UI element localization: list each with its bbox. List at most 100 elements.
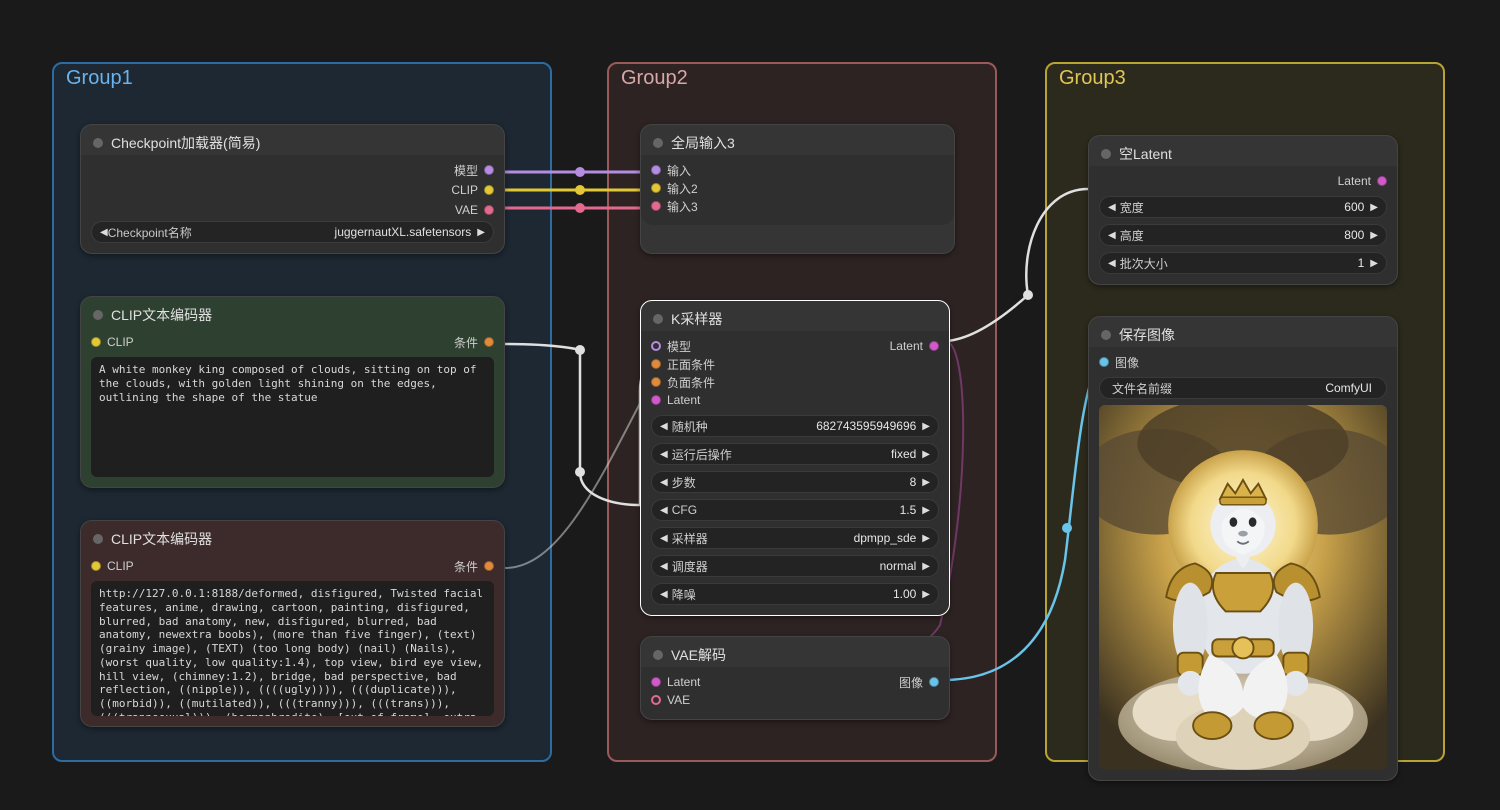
param-row[interactable]: ◀运行后操作fixed▶ [651, 443, 939, 465]
node-save-image[interactable]: 保存图像 图像 文件名前缀 ComfyUI [1088, 316, 1398, 781]
chevron-right-icon[interactable]: ▶ [922, 505, 930, 516]
chevron-left-icon[interactable]: ◀ [660, 589, 668, 600]
param-row[interactable]: ◀降噪1.00▶ [651, 583, 939, 605]
prompt-textarea[interactable]: A white monkey king composed of clouds, … [91, 357, 494, 477]
node-header[interactable]: K采样器 [641, 301, 949, 331]
param-row[interactable]: ◀CFG1.5▶ [651, 499, 939, 521]
chevron-right-icon[interactable]: ▶ [1370, 258, 1378, 269]
port-input-icon[interactable] [651, 165, 661, 175]
node-header[interactable]: 全局输入3 [641, 125, 954, 155]
output-preview-image[interactable] [1099, 405, 1387, 770]
port-clip-icon[interactable] [91, 561, 101, 571]
node-title: CLIP文本编码器 [111, 529, 212, 549]
port-input-icon[interactable] [651, 201, 661, 211]
node-clip-positive[interactable]: CLIP文本编码器 CLIP 条件 A white monkey king co… [80, 296, 505, 488]
collapse-dot-icon[interactable] [93, 138, 103, 148]
collapse-dot-icon[interactable] [653, 650, 663, 660]
port-pos-icon[interactable] [651, 359, 661, 369]
port-label: 图像 [899, 674, 923, 691]
port-label: 负面条件 [667, 374, 715, 391]
chevron-right-icon[interactable]: ▶ [922, 561, 930, 572]
chevron-right-icon[interactable]: ▶ [922, 477, 930, 488]
port-vae-icon[interactable] [651, 695, 661, 705]
collapse-dot-icon[interactable] [93, 310, 103, 320]
port-latent-icon[interactable] [651, 395, 661, 405]
port-conditioning-icon[interactable] [484, 337, 494, 347]
param-row[interactable]: ◀调度器normal▶ [651, 555, 939, 577]
group-label: Group2 [621, 67, 688, 90]
chevron-right-icon[interactable]: ▶ [477, 227, 485, 238]
param-row[interactable]: ◀随机种682743595949696▶ [651, 415, 939, 437]
chevron-right-icon[interactable]: ▶ [922, 589, 930, 600]
widget-value: fixed [891, 447, 922, 461]
port-clip-icon[interactable] [91, 337, 101, 347]
port-vae-icon[interactable] [484, 205, 494, 215]
node-title: 保存图像 [1119, 325, 1175, 345]
port-model-icon[interactable] [651, 341, 661, 351]
node-ksampler[interactable]: K采样器 模型 Latent 正面条件 负面条件 Latent ◀随机种6827… [640, 300, 950, 616]
port-latent-icon[interactable] [1377, 176, 1387, 186]
port-input-icon[interactable] [651, 183, 661, 193]
node-global-input[interactable]: 全局输入3 输入 输入2 输入3 [640, 124, 955, 254]
node-empty-latent[interactable]: 空Latent Latent ◀宽度600▶◀高度800▶◀批次大小1▶ [1088, 135, 1398, 285]
chevron-right-icon[interactable]: ▶ [1370, 230, 1378, 241]
param-row[interactable]: ◀高度800▶ [1099, 224, 1387, 246]
port-neg-icon[interactable] [651, 377, 661, 387]
chevron-left-icon[interactable]: ◀ [660, 533, 668, 544]
param-row[interactable]: ◀批次大小1▶ [1099, 252, 1387, 274]
node-title: K采样器 [671, 309, 722, 329]
chevron-left-icon[interactable]: ◀ [660, 505, 668, 516]
chevron-left-icon[interactable]: ◀ [660, 421, 668, 432]
chevron-left-icon[interactable]: ◀ [660, 561, 668, 572]
chevron-left-icon[interactable]: ◀ [1108, 230, 1116, 241]
port-label: 模型 [667, 338, 691, 355]
param-row[interactable]: ◀步数8▶ [651, 471, 939, 493]
port-latent-icon[interactable] [651, 677, 661, 687]
collapse-dot-icon[interactable] [653, 314, 663, 324]
port-image-icon[interactable] [929, 677, 939, 687]
port-image-icon[interactable] [1099, 357, 1109, 367]
param-row[interactable]: ◀采样器dpmpp_sde▶ [651, 527, 939, 549]
widget-label: 采样器 [668, 530, 854, 547]
widget-label: 调度器 [668, 558, 880, 575]
widget-value: 1 [1358, 256, 1371, 270]
node-header[interactable]: VAE解码 [641, 637, 949, 667]
port-conditioning-icon[interactable] [484, 561, 494, 571]
node-header[interactable]: 保存图像 [1089, 317, 1397, 347]
node-vae-decode[interactable]: VAE解码 Latent 图像 VAE [640, 636, 950, 720]
node-clip-negative[interactable]: CLIP文本编码器 CLIP 条件 http://127.0.0.1:8188/… [80, 520, 505, 727]
filename-prefix-input[interactable]: 文件名前缀 ComfyUI [1099, 377, 1387, 399]
chevron-right-icon[interactable]: ▶ [1370, 202, 1378, 213]
chevron-left-icon[interactable]: ◀ [1108, 202, 1116, 213]
collapse-dot-icon[interactable] [1101, 149, 1111, 159]
chevron-left-icon[interactable]: ◀ [100, 227, 108, 238]
port-label: CLIP [107, 559, 134, 573]
chevron-right-icon[interactable]: ▶ [922, 533, 930, 544]
chevron-left-icon[interactable]: ◀ [660, 449, 668, 460]
chevron-right-icon[interactable]: ▶ [922, 421, 930, 432]
chevron-right-icon[interactable]: ▶ [922, 449, 930, 460]
collapse-dot-icon[interactable] [653, 138, 663, 148]
collapse-dot-icon[interactable] [93, 534, 103, 544]
port-model-icon[interactable] [484, 165, 494, 175]
port-clip-icon[interactable] [484, 185, 494, 195]
node-title: 全局输入3 [671, 133, 735, 153]
node-header[interactable]: CLIP文本编码器 [81, 521, 504, 551]
port-label: 条件 [454, 334, 478, 351]
widget-label: 批次大小 [1116, 255, 1358, 272]
param-row[interactable]: ◀宽度600▶ [1099, 196, 1387, 218]
node-checkpoint-loader[interactable]: Checkpoint加载器(简易) 模型 CLIP VAE ◀ Checkpoi… [80, 124, 505, 254]
port-label: 输入3 [667, 198, 698, 215]
collapse-dot-icon[interactable] [1101, 330, 1111, 340]
node-header[interactable]: Checkpoint加载器(简易) [81, 125, 504, 155]
prompt-textarea[interactable]: http://127.0.0.1:8188/deformed, disfigur… [91, 581, 494, 716]
node-header[interactable]: CLIP文本编码器 [81, 297, 504, 327]
node-header[interactable]: 空Latent [1089, 136, 1397, 166]
widget-label: CFG [668, 503, 900, 517]
port-latent-icon[interactable] [929, 341, 939, 351]
checkpoint-selector[interactable]: ◀ Checkpoint名称 juggernautXL.safetensors … [91, 221, 494, 243]
chevron-left-icon[interactable]: ◀ [1108, 258, 1116, 269]
port-label: Latent [667, 675, 700, 689]
chevron-left-icon[interactable]: ◀ [660, 477, 668, 488]
node-title: 空Latent [1119, 144, 1172, 164]
